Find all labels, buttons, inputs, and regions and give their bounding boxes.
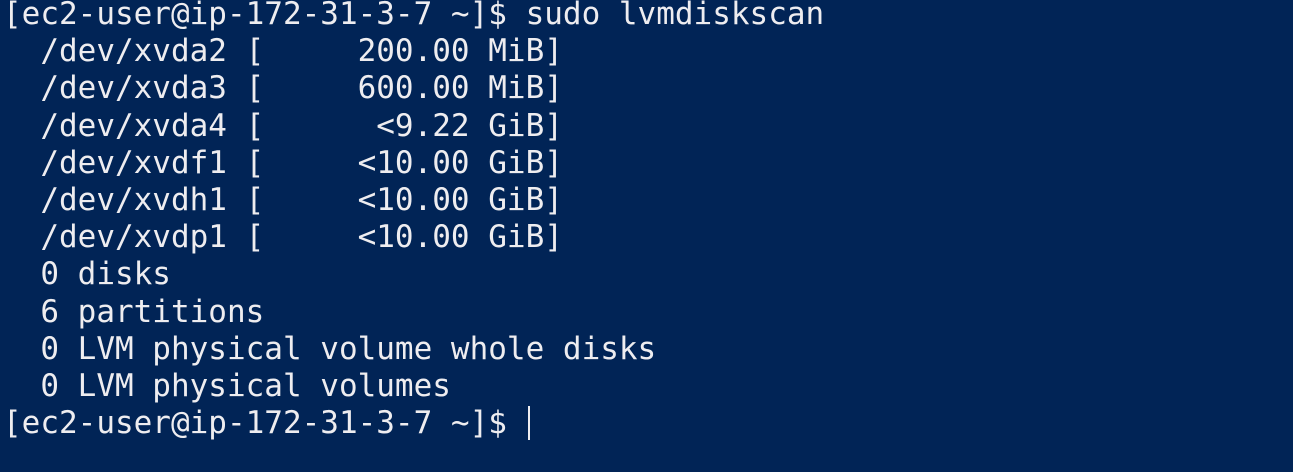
text-cursor [527, 406, 530, 441]
shell-prompt: [ec2-user@ip-172-31-3-7 ~]$ [3, 405, 526, 442]
output-line-xvda4: /dev/xvda4 [ <9.22 GiB] [3, 107, 563, 144]
output-line-xvdp1: /dev/xvdp1 [ <10.00 GiB] [3, 219, 563, 256]
output-line-xvdh1: /dev/xvdh1 [ <10.00 GiB] [3, 181, 563, 218]
command-line: [ec2-user@ip-172-31-3-7 ~]$ sudo lvmdisk… [3, 0, 825, 32]
output-line-lvm-whole-disks: 0 LVM physical volume whole disks [3, 330, 657, 367]
output-line-xvda3: /dev/xvda3 [ 600.00 MiB] [3, 70, 563, 107]
output-line-lvm-volumes: 0 LVM physical volumes [3, 367, 451, 404]
terminal-window[interactable]: [ec2-user@ip-172-31-3-7 ~]$ sudo lvmdisk… [0, 0, 1293, 468]
output-line-xvdf1: /dev/xvdf1 [ <10.00 GiB] [3, 144, 563, 181]
output-line-xvda2: /dev/xvda2 [ 200.00 MiB] [3, 33, 563, 70]
output-line-partitions: 6 partitions [3, 293, 265, 330]
input-line[interactable]: [ec2-user@ip-172-31-3-7 ~]$ [3, 405, 1293, 442]
output-line-disks: 0 disks [3, 256, 171, 293]
